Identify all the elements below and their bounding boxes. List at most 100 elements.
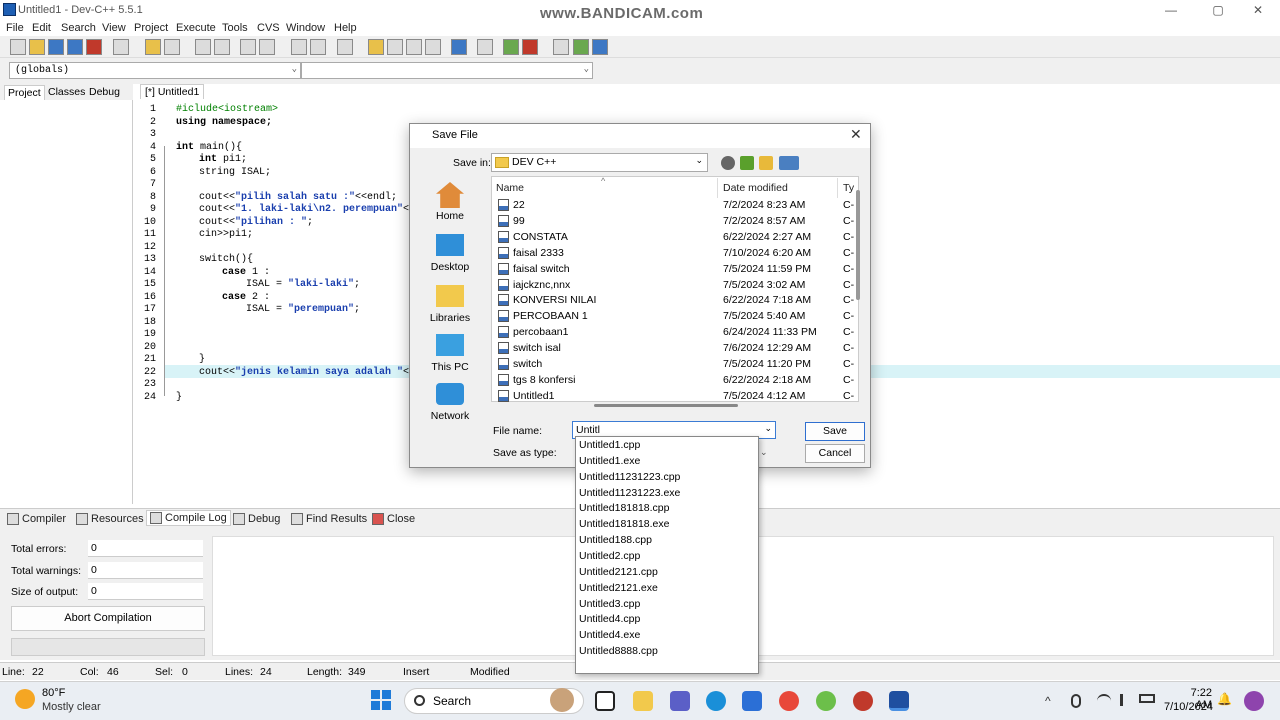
- file-row[interactable]: Untitled1: [498, 390, 554, 402]
- back-icon[interactable]: [721, 156, 735, 170]
- autocomplete-item[interactable]: Untitled181818.cpp: [579, 502, 670, 514]
- view-menu-icon[interactable]: [779, 156, 799, 170]
- bookmark-prev-icon[interactable]: [291, 39, 307, 55]
- unindent-icon[interactable]: [259, 39, 275, 55]
- column-type[interactable]: Ty: [843, 182, 854, 194]
- column-date-modified[interactable]: Date modified: [723, 182, 788, 194]
- file-row[interactable]: PERCOBAAN 1: [498, 310, 588, 322]
- file-row[interactable]: percobaan1: [498, 326, 568, 338]
- rebuild-icon[interactable]: [425, 39, 441, 55]
- check-syntax-icon[interactable]: [451, 39, 467, 55]
- menu-window[interactable]: Window: [286, 22, 325, 34]
- autocomplete-item[interactable]: Untitled188.cpp: [579, 534, 652, 546]
- new-folder-icon[interactable]: [759, 156, 773, 170]
- menu-search[interactable]: Search: [61, 22, 96, 34]
- store-icon[interactable]: [742, 691, 762, 711]
- member-combo[interactable]: ⌄: [301, 62, 593, 79]
- autocomplete-item[interactable]: Untitled1.cpp: [579, 439, 640, 451]
- weather-moon-icon[interactable]: [15, 689, 35, 709]
- open-file-icon[interactable]: [29, 39, 45, 55]
- tab-debug[interactable]: Debug: [86, 85, 123, 99]
- bookmark-next-icon[interactable]: [310, 39, 326, 55]
- weather-temperature[interactable]: 80°F: [42, 687, 65, 699]
- editor-tab-untitled1[interactable]: [*] Untitled1: [140, 84, 205, 99]
- tab-debug-bottom[interactable]: Debug: [233, 513, 280, 525]
- file-row[interactable]: CONSTATA: [498, 231, 568, 243]
- bandicam-record-icon[interactable]: [853, 691, 873, 711]
- weather-description[interactable]: Mostly clear: [42, 701, 101, 713]
- notification-bell-icon[interactable]: 🔔: [1217, 692, 1232, 706]
- new-file-icon[interactable]: [10, 39, 26, 55]
- indent-icon[interactable]: [240, 39, 256, 55]
- autocomplete-item[interactable]: Untitled8888.cpp: [579, 645, 658, 657]
- place-this-pc[interactable]: This PC: [423, 334, 477, 373]
- column-name[interactable]: Name: [496, 182, 524, 194]
- save-all-icon[interactable]: [67, 39, 83, 55]
- file-explorer-icon[interactable]: [633, 691, 653, 711]
- help-book-icon[interactable]: [592, 39, 608, 55]
- menu-help[interactable]: Help: [334, 22, 357, 34]
- file-row[interactable]: iajckznc,nnx: [498, 279, 570, 291]
- save-in-combo[interactable]: DEV C++ ⌄: [491, 153, 708, 172]
- autocomplete-item[interactable]: Untitled4.exe: [579, 629, 640, 641]
- goto-line-icon[interactable]: [573, 39, 589, 55]
- menu-view[interactable]: View: [102, 22, 126, 34]
- dialog-close-button[interactable]: ✕: [850, 126, 862, 143]
- menu-execute[interactable]: Execute: [176, 22, 216, 34]
- maximize-button[interactable]: ▢: [1198, 2, 1238, 18]
- autocomplete-item[interactable]: Untitled11231223.exe: [579, 487, 680, 499]
- abort-compilation-button[interactable]: Abort Compilation: [11, 606, 205, 631]
- print-icon[interactable]: [113, 39, 129, 55]
- edge-icon[interactable]: [706, 691, 726, 711]
- microphone-icon[interactable]: [1071, 694, 1081, 708]
- undo-icon[interactable]: [145, 39, 161, 55]
- save-button[interactable]: Save: [805, 422, 865, 441]
- place-network[interactable]: Network: [423, 383, 477, 422]
- scope-combo[interactable]: (globals) ⌄: [9, 62, 301, 79]
- place-libraries[interactable]: Libraries: [423, 285, 477, 324]
- file-row[interactable]: faisal 2333: [498, 247, 564, 259]
- menu-tools[interactable]: Tools: [222, 22, 248, 34]
- stop-icon[interactable]: [477, 39, 493, 55]
- clock-date[interactable]: 7/10/2024: [1164, 701, 1213, 713]
- copilot-avatar-icon[interactable]: [550, 688, 574, 712]
- compile-run-icon[interactable]: [406, 39, 422, 55]
- tab-find-results[interactable]: Find Results: [291, 513, 367, 525]
- up-folder-icon[interactable]: [740, 156, 754, 170]
- chrome-icon[interactable]: [779, 691, 799, 711]
- battery-icon[interactable]: [1139, 694, 1155, 703]
- wifi-icon[interactable]: [1097, 694, 1111, 704]
- run-icon[interactable]: [387, 39, 403, 55]
- file-list-hscrollbar[interactable]: [594, 404, 738, 407]
- file-row[interactable]: KONVERSI NILAI: [498, 294, 596, 306]
- cancel-button[interactable]: Cancel: [805, 444, 865, 463]
- file-row[interactable]: tgs 8 konfersi: [498, 374, 575, 386]
- autocomplete-item[interactable]: Untitled3.cpp: [579, 598, 640, 610]
- tab-compile-log[interactable]: Compile Log: [146, 510, 231, 526]
- autocomplete-item[interactable]: Untitled4.cpp: [579, 613, 640, 625]
- chart-icon[interactable]: [503, 39, 519, 55]
- save-as-type-combo[interactable]: ⌄: [757, 444, 777, 462]
- copilot-icon[interactable]: [1244, 691, 1264, 711]
- redo-icon[interactable]: [164, 39, 180, 55]
- autocomplete-item[interactable]: Untitled11231223.cpp: [579, 471, 680, 483]
- task-view-icon[interactable]: [595, 691, 615, 711]
- close-file-icon[interactable]: [86, 39, 102, 55]
- compile-icon[interactable]: [368, 39, 384, 55]
- menu-project[interactable]: Project: [134, 22, 168, 34]
- tab-classes[interactable]: Classes: [45, 85, 88, 99]
- file-row[interactable]: 22: [498, 199, 525, 211]
- toggle-bookmark-icon[interactable]: [337, 39, 353, 55]
- tab-resources[interactable]: Resources: [76, 513, 144, 525]
- save-icon[interactable]: [48, 39, 64, 55]
- teams-icon[interactable]: [670, 691, 690, 711]
- menu-edit[interactable]: Edit: [32, 22, 51, 34]
- file-row[interactable]: faisal switch: [498, 263, 570, 275]
- tab-close[interactable]: Close: [372, 513, 415, 525]
- windows-start-icon[interactable]: [371, 690, 391, 710]
- minimize-button[interactable]: —: [1151, 2, 1191, 18]
- autocomplete-item[interactable]: Untitled2121.exe: [579, 582, 658, 594]
- devcpp-taskbar-icon[interactable]: [889, 691, 909, 711]
- tab-project[interactable]: Project: [4, 85, 45, 100]
- tray-chevron-icon[interactable]: ^: [1045, 694, 1051, 708]
